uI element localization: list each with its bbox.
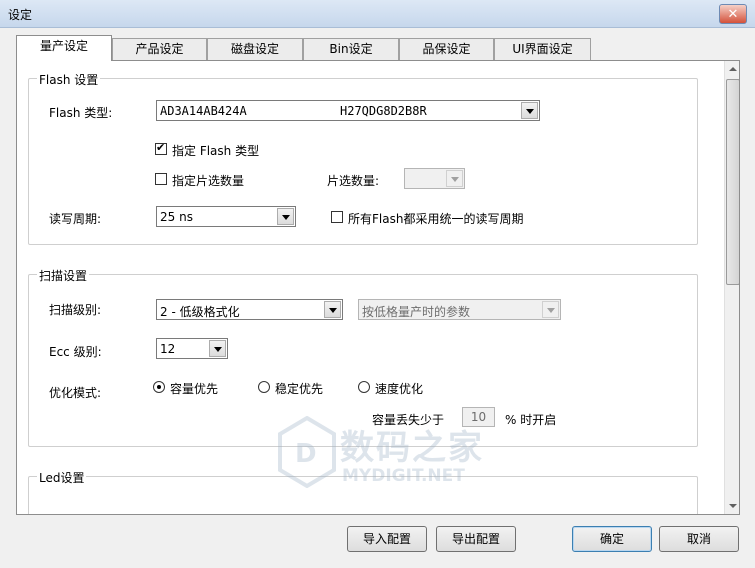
import-config-button[interactable]: 导入配置 xyxy=(347,526,427,552)
chevron-down-icon xyxy=(324,301,341,318)
rw-cycle-label: 读写周期: xyxy=(49,212,102,226)
scan-level-value: 2 - 低级格式化 xyxy=(160,305,240,319)
chevron-down-icon xyxy=(277,208,294,225)
rw-cycle-select[interactable]: 25 ns xyxy=(156,206,296,227)
group-title: Flash 设置 xyxy=(37,71,101,88)
chevron-down-icon xyxy=(446,170,463,187)
opt-mode-label: 优化模式: xyxy=(49,386,102,400)
scan-level-select[interactable]: 2 - 低级格式化 xyxy=(156,299,343,320)
tab-product[interactable]: 产品设定 xyxy=(112,38,207,60)
specify-flash-type-checkbox[interactable] xyxy=(155,141,167,155)
group-title: 扫描设置 xyxy=(37,267,90,284)
opt-stability-radio[interactable] xyxy=(258,381,270,393)
vertical-scrollbar[interactable] xyxy=(724,61,739,514)
ecc-level-select[interactable]: 12 xyxy=(156,338,228,359)
title-bar: 设定 ✕ xyxy=(0,0,755,28)
unified-cycle-checkbox[interactable] xyxy=(331,211,343,223)
tab-disk[interactable]: 磁盘设定 xyxy=(207,38,303,60)
rw-cycle-value: 25 ns xyxy=(160,210,193,224)
scroll-up-icon[interactable] xyxy=(725,61,739,77)
close-icon: ✕ xyxy=(727,6,739,22)
ok-button[interactable]: 确定 xyxy=(572,526,652,552)
scan-level-label: 扫描级别: xyxy=(49,303,102,317)
opt-capacity-label: 容量优先 xyxy=(170,382,219,396)
specify-flash-type-label: 指定 Flash 类型 xyxy=(172,144,260,158)
capacity-loss-prefix: 容量丢失少于 xyxy=(372,413,445,427)
flash-settings-group: Flash 设置 Flash 类型: AD3A14AB424A H27QDG8D… xyxy=(28,71,698,245)
ecc-level-label: Ecc 级别: xyxy=(49,345,102,359)
scan-param-select[interactable]: 按低格量产时的参数 xyxy=(358,299,561,320)
tab-bin[interactable]: Bin设定 xyxy=(303,38,399,60)
cs-count-label: 片选数量: xyxy=(327,174,380,188)
scan-param-value: 按低格量产时的参数 xyxy=(362,305,471,319)
flash-type-value-2: H27QDG8D2B8R xyxy=(340,104,427,118)
chevron-down-icon xyxy=(521,102,538,119)
opt-stability-label: 稳定优先 xyxy=(275,382,324,396)
flash-type-value-1: AD3A14AB424A xyxy=(160,104,247,118)
scan-settings-group: 扫描设置 扫描级别: 2 - 低级格式化 按低格量产时的参数 Ecc 级别: 1… xyxy=(28,267,698,447)
cs-count-select[interactable] xyxy=(404,168,465,189)
tab-panel: Flash 设置 Flash 类型: AD3A14AB424A H27QDG8D… xyxy=(16,60,740,515)
tab-quality[interactable]: 品保设定 xyxy=(399,38,494,60)
opt-capacity-radio[interactable] xyxy=(153,381,165,393)
scroll-down-icon[interactable] xyxy=(725,498,739,514)
window-title: 设定 xyxy=(8,8,33,22)
unified-cycle-label: 所有Flash都采用统一的读写周期 xyxy=(348,212,524,226)
close-button[interactable]: ✕ xyxy=(719,4,747,24)
opt-speed-radio[interactable] xyxy=(358,381,370,393)
cancel-button[interactable]: 取消 xyxy=(659,526,739,552)
ecc-level-value: 12 xyxy=(160,342,176,356)
flash-type-select[interactable]: AD3A14AB424A H27QDG8D2B8R xyxy=(156,100,540,121)
capacity-loss-input[interactable]: 10 xyxy=(462,407,495,427)
export-config-button[interactable]: 导出配置 xyxy=(436,526,516,552)
capacity-loss-suffix: % 时开启 xyxy=(505,413,557,427)
chevron-down-icon xyxy=(209,340,226,357)
chevron-down-icon xyxy=(542,301,559,318)
specify-cs-count-label: 指定片选数量 xyxy=(172,174,245,188)
group-title: Led设置 xyxy=(37,469,87,486)
tab-mass-production[interactable]: 量产设定 xyxy=(16,35,112,61)
dialog-client: 量产设定 产品设定 磁盘设定 Bin设定 品保设定 UI界面设定 Flash 设… xyxy=(0,28,755,568)
flash-type-label: Flash 类型: xyxy=(49,106,113,120)
opt-speed-label: 速度优化 xyxy=(375,382,424,396)
specify-cs-count-checkbox[interactable] xyxy=(155,173,167,185)
scroll-thumb[interactable] xyxy=(726,79,739,285)
led-settings-group: Led设置 xyxy=(28,469,698,514)
tab-ui[interactable]: UI界面设定 xyxy=(494,38,591,60)
